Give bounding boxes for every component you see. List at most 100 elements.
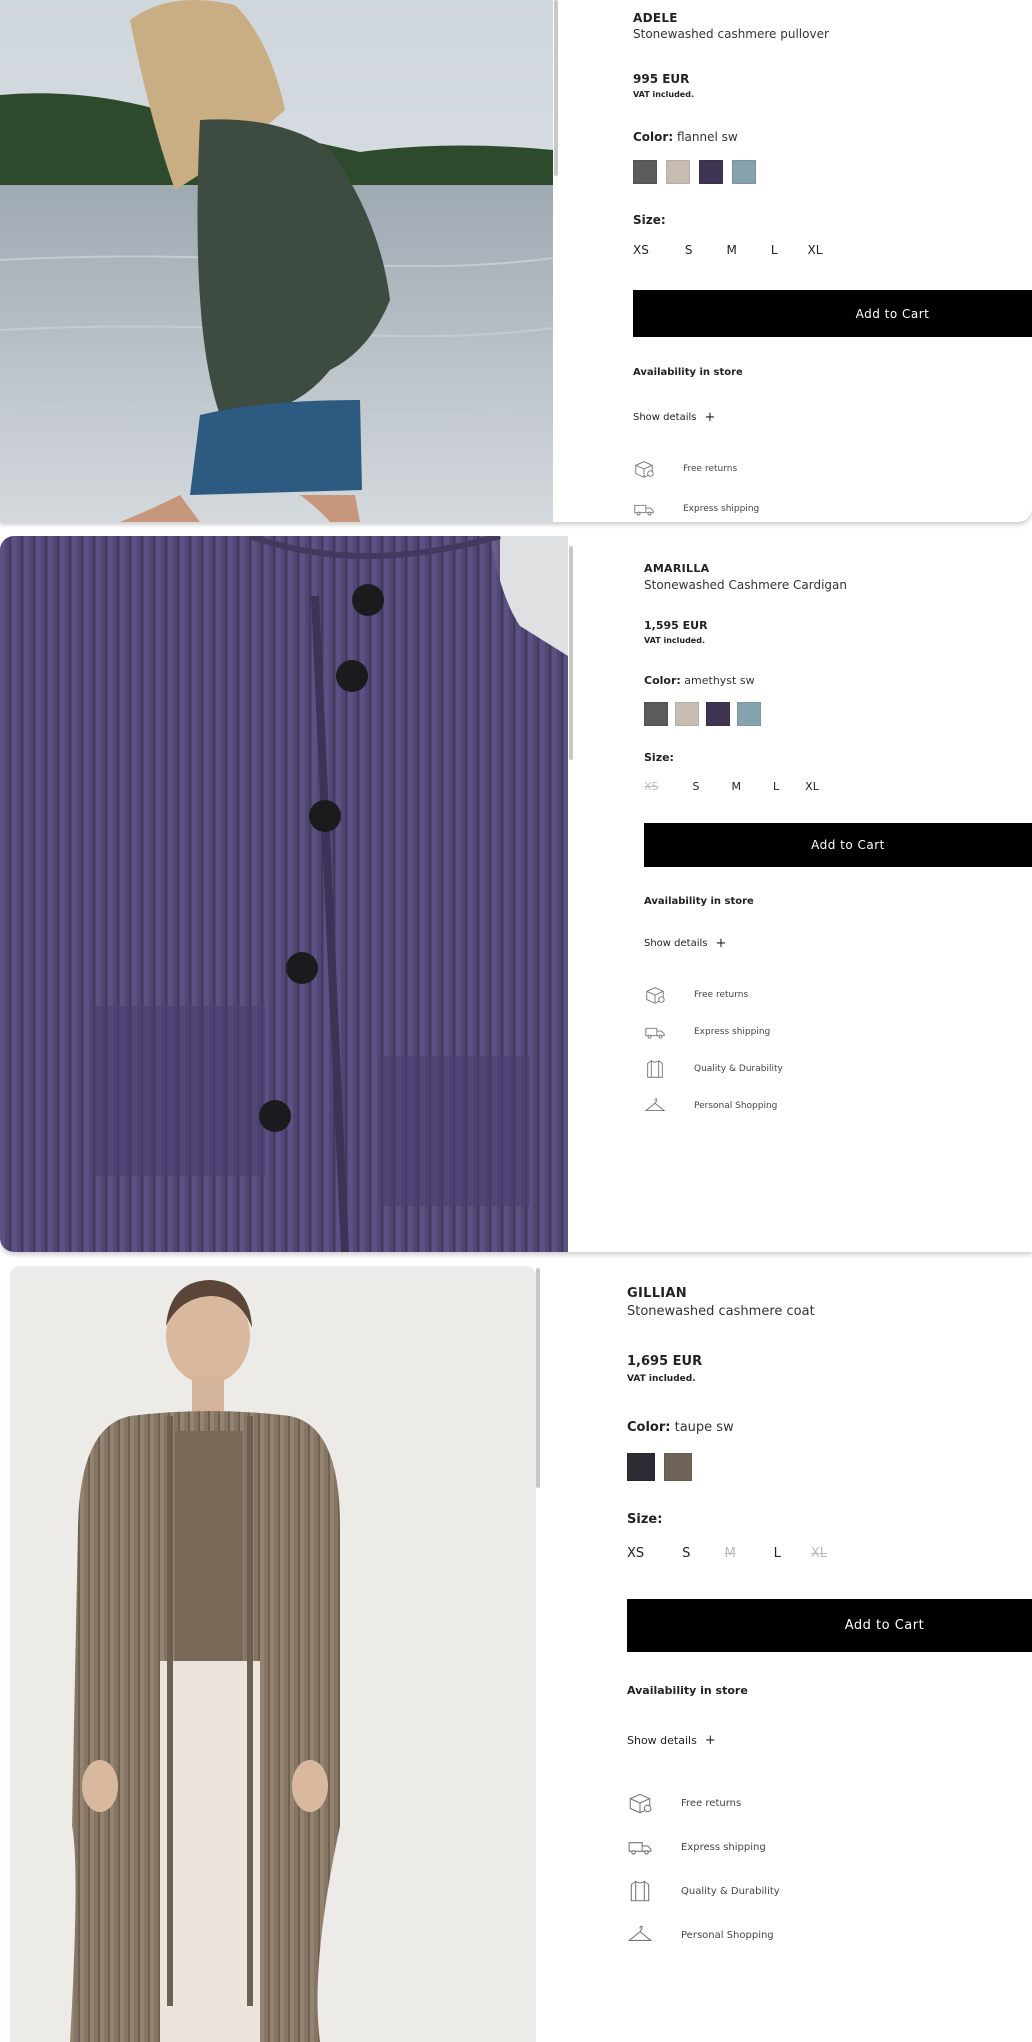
product-name: Stonewashed cashmere pullover <box>633 27 829 41</box>
size-option-xs[interactable]: XS <box>627 1546 644 1561</box>
swatch-list <box>627 1453 692 1481</box>
feature-label: Quality & Durability <box>681 1885 780 1897</box>
feature-label: Free returns <box>683 464 738 474</box>
feature-label: Personal Shopping <box>681 1929 774 1941</box>
color-swatch[interactable] <box>699 160 723 184</box>
size-option-s[interactable]: S <box>693 780 700 793</box>
add-to-cart-label: Add to Cart <box>844 1618 925 1633</box>
size-option-m[interactable]: M <box>732 780 742 793</box>
feature-item[interactable]: Express shipping <box>633 498 759 520</box>
product-image-amarilla[interactable] <box>0 536 568 1252</box>
box-icon <box>627 1790 667 1816</box>
product-info-gillian: GILLIAN Stonewashed cashmere coat 1,695 … <box>627 1262 1032 2042</box>
scrollbar-thumb[interactable] <box>536 1268 540 1488</box>
product-image-adele[interactable] <box>0 0 553 522</box>
color-swatch[interactable] <box>666 160 690 184</box>
price: 1,695 EUR <box>627 1354 703 1369</box>
size-option-xl[interactable]: XL <box>811 1546 827 1561</box>
price: 1,595 EUR <box>644 619 708 632</box>
feature-item[interactable]: Free returns <box>633 458 737 480</box>
size-option-m[interactable]: M <box>724 1546 735 1561</box>
color-swatch[interactable] <box>644 702 668 726</box>
feature-label: Quality & Durability <box>694 1064 783 1074</box>
feature-item[interactable]: Personal Shopping <box>644 1095 777 1117</box>
color-swatch[interactable] <box>706 702 730 726</box>
size-label: Size: <box>627 1512 663 1527</box>
feature-label: Free returns <box>681 1797 742 1809</box>
size-option-xs[interactable]: XS <box>644 780 659 793</box>
scrollbar-thumb[interactable] <box>569 546 573 760</box>
feature-item[interactable]: Quality & Durability <box>644 1058 783 1080</box>
color-swatch[interactable] <box>732 160 756 184</box>
plus-icon: + <box>715 935 727 951</box>
size-option-xl[interactable]: XL <box>805 780 819 793</box>
add-to-cart-button[interactable]: Add to Cart <box>633 290 1032 337</box>
availability-in-store-link[interactable]: Availability in store <box>633 367 743 378</box>
product-name: Stonewashed Cashmere Cardigan <box>644 578 848 592</box>
scrollbar-thumb[interactable] <box>554 0 558 176</box>
size-option-xs[interactable]: XS <box>633 243 649 257</box>
vat-note: VAT included. <box>633 90 694 99</box>
brand-name: GILLIAN <box>627 1286 687 1301</box>
product-card-amarilla: AMARILLA Stonewashed Cashmere Cardigan 1… <box>0 536 1032 1252</box>
product-card-adele: ADELE Stonewashed cashmere pullover 995 … <box>0 0 1032 522</box>
add-to-cart-button[interactable]: Add to Cart <box>627 1599 1032 1652</box>
swatch-list <box>633 160 756 184</box>
product-image-gillian[interactable] <box>10 1266 536 2042</box>
plus-icon: + <box>704 1732 716 1748</box>
feature-item[interactable]: Express shipping <box>627 1834 766 1860</box>
availability-in-store-link[interactable]: Availability in store <box>627 1684 748 1697</box>
color-swatch[interactable] <box>627 1453 655 1481</box>
add-to-cart-button[interactable]: Add to Cart <box>644 823 1032 867</box>
availability-in-store-link[interactable]: Availability in store <box>644 896 754 907</box>
size-option-l[interactable]: L <box>773 780 779 793</box>
plus-icon: + <box>704 409 716 425</box>
show-details-toggle[interactable]: Show details + <box>644 935 727 951</box>
size-option-s[interactable]: S <box>685 243 693 257</box>
color-label: Color: taupe sw <box>627 1420 734 1435</box>
feature-item[interactable]: Quality & Durability <box>627 1878 780 1904</box>
color-swatch[interactable] <box>675 702 699 726</box>
product-name: Stonewashed cashmere coat <box>627 1304 815 1319</box>
feature-item[interactable]: Free returns <box>644 984 748 1006</box>
add-to-cart-label: Add to Cart <box>811 838 885 852</box>
color-label: Color: amethyst sw <box>644 674 755 687</box>
size-option-l[interactable]: L <box>774 1546 781 1561</box>
show-details-label: Show details <box>633 412 697 423</box>
hanger-icon <box>644 1095 680 1117</box>
feature-label: Personal Shopping <box>694 1101 778 1111</box>
size-option-m[interactable]: M <box>726 243 736 257</box>
truck-icon <box>644 1021 680 1043</box>
feature-item[interactable]: Free returns <box>627 1790 741 1816</box>
truck-icon <box>627 1834 667 1860</box>
brand-name: ADELE <box>633 11 678 25</box>
size-list: XS S M L XL <box>633 243 822 257</box>
size-option-xl[interactable]: XL <box>808 243 823 257</box>
size-option-s[interactable]: S <box>682 1546 690 1561</box>
feature-item[interactable]: Express shipping <box>644 1021 770 1043</box>
size-label: Size: <box>644 751 674 764</box>
feature-label: Express shipping <box>694 1027 771 1037</box>
vat-note: VAT included. <box>627 1374 696 1384</box>
feature-label: Free returns <box>694 990 749 1000</box>
box-icon <box>633 458 669 480</box>
feature-item[interactable]: Personal Shopping <box>627 1922 774 1948</box>
feature-label: Express shipping <box>681 1841 766 1853</box>
size-option-l[interactable]: L <box>771 243 778 257</box>
size-label: Size: <box>633 213 666 227</box>
color-swatch[interactable] <box>737 702 761 726</box>
color-swatch[interactable] <box>664 1453 692 1481</box>
swatch-list <box>644 702 761 726</box>
show-details-toggle[interactable]: Show details + <box>633 409 716 425</box>
show-details-toggle[interactable]: Show details + <box>627 1732 716 1748</box>
show-details-label: Show details <box>627 1734 697 1747</box>
product-info-amarilla: AMARILLA Stonewashed Cashmere Cardigan 1… <box>644 536 1032 1252</box>
truck-icon <box>633 498 669 520</box>
color-swatch[interactable] <box>633 160 657 184</box>
hanger-icon <box>627 1922 667 1948</box>
box-icon <box>644 984 680 1006</box>
color-value: taupe sw <box>674 1420 734 1435</box>
color-label: Color: flannel sw <box>633 130 738 144</box>
price: 995 EUR <box>633 72 690 86</box>
color-value: amethyst sw <box>684 674 755 687</box>
